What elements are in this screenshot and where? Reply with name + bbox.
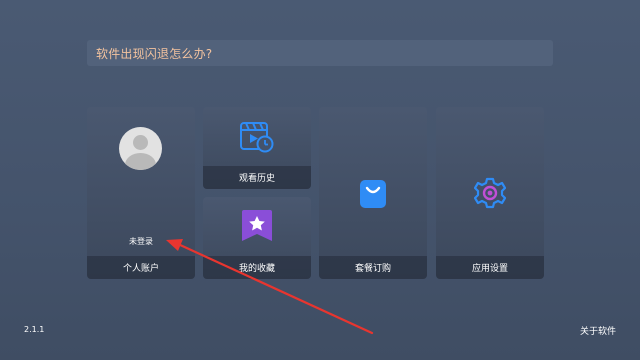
faq-text: 软件出现闪退怎么办? xyxy=(96,46,213,61)
plans-card-label: 套餐订购 xyxy=(319,256,427,279)
avatar xyxy=(119,127,162,170)
favorites-card[interactable]: 我的收藏 xyxy=(203,197,311,279)
settings-card-label: 应用设置 xyxy=(436,256,544,279)
shopping-bag-icon xyxy=(359,179,387,209)
login-status: 未登录 xyxy=(129,237,153,246)
plans-card[interactable]: 套餐订购 xyxy=(319,107,427,279)
faq-banner[interactable]: 软件出现闪退怎么办? xyxy=(87,40,553,66)
app-version: 2.1.1 xyxy=(24,325,45,334)
avatar-head-shape xyxy=(133,135,148,150)
account-card[interactable]: 未登录 个人账户 xyxy=(87,107,195,279)
account-card-label: 个人账户 xyxy=(87,256,195,279)
gear-icon xyxy=(474,177,506,209)
about-software-link[interactable]: 关于软件 xyxy=(580,324,616,337)
history-card[interactable]: 观看历史 xyxy=(203,107,311,189)
history-card-label: 观看历史 xyxy=(203,166,311,189)
favorites-card-label: 我的收藏 xyxy=(203,256,311,279)
avatar-body-shape xyxy=(125,153,156,170)
bookmark-star-icon xyxy=(241,210,273,244)
film-clock-icon xyxy=(239,119,275,153)
settings-card[interactable]: 应用设置 xyxy=(436,107,544,279)
